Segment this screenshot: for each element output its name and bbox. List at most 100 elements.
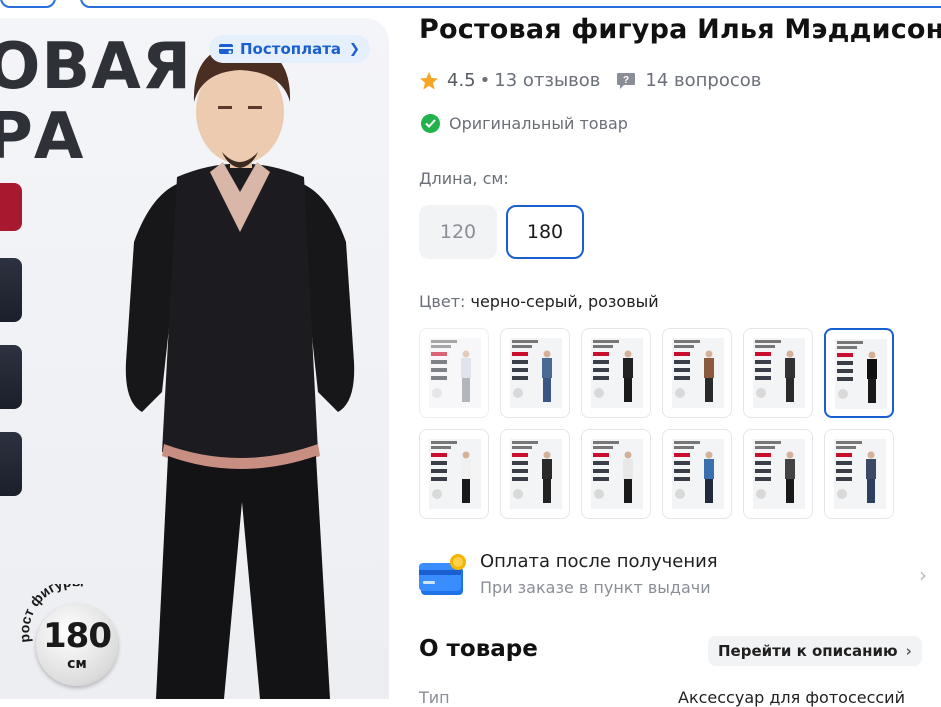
thumbnail-poster-tag [755, 469, 771, 473]
thumbnail-poster-text [593, 340, 619, 343]
thumbnail-person-figure [542, 350, 552, 402]
color-thumbnail[interactable] [500, 429, 570, 519]
thumbnail-poster-tag [593, 368, 609, 372]
thumbnail-poster-tag [674, 469, 690, 473]
thumbnail-person-figure [785, 350, 795, 402]
poster-side-tab [0, 345, 22, 409]
thumbnail-poster [591, 338, 643, 408]
thumbnail-poster [591, 439, 643, 509]
rating-separator: • [479, 70, 491, 91]
thumbnail-poster-tag [674, 376, 690, 380]
thumbnail-poster-tag [674, 352, 690, 356]
color-thumbnail[interactable] [581, 328, 651, 418]
thumbnail-poster-tag [593, 477, 609, 481]
height-badge-circle: 180 см [36, 604, 118, 686]
color-thumbnail[interactable] [500, 328, 570, 418]
payment-after-receipt[interactable]: Оплата после получения При заказе в пунк… [419, 551, 927, 599]
color-thumbnail[interactable] [743, 429, 813, 519]
about-section-title: О товаре [419, 636, 538, 662]
thumbnail-height-badge [594, 489, 604, 499]
thumbnail-poster-tag [512, 477, 528, 481]
thumbnail-person-figure [704, 350, 714, 402]
thumbnail-poster-text [512, 446, 532, 449]
length-option-180[interactable]: 180 [506, 205, 584, 259]
color-label: Цвет: [419, 292, 466, 311]
questions-count[interactable]: 14 вопросов [645, 70, 761, 91]
go-to-description-button[interactable]: Перейти к описанию › [708, 636, 922, 666]
thumbnail-poster [510, 439, 562, 509]
product-gallery[interactable]: ОВАЯ РА Постоплата ❯ рост фигуры [0, 18, 389, 699]
color-thumbnail[interactable] [824, 328, 894, 418]
postpay-badge[interactable]: Постоплата ❯ [209, 35, 370, 63]
thumbnail-poster-tag [431, 461, 447, 465]
thumbnail-poster-tag [431, 368, 447, 372]
poster-side-tab [0, 432, 22, 496]
color-thumbnail[interactable] [419, 328, 489, 418]
thumbnail-height-badge [838, 389, 848, 399]
thumbnail-poster-tag [755, 360, 771, 364]
wallet-icon [219, 44, 233, 54]
thumbnail-poster-text [431, 441, 457, 444]
thumbnail-poster-tag [674, 453, 690, 457]
spec-value: Аксессуар для фотосессий [678, 688, 905, 707]
height-badge-unit: см [67, 656, 87, 672]
thumbnail-poster-tag [836, 477, 852, 481]
original-label: Оригинальный товар [449, 114, 628, 133]
thumbnail-poster-text [431, 345, 451, 348]
spec-label: Тип [419, 688, 450, 707]
thumbnail-poster [753, 439, 805, 509]
thumbnail-poster-tag [674, 360, 690, 364]
color-thumbnail[interactable] [662, 328, 732, 418]
thumbnail-poster-tag [512, 352, 528, 356]
color-row: Цвет: черно-серый, розовый [419, 292, 659, 311]
question-bubble-icon: ? [617, 72, 636, 89]
thumbnail-poster-text [512, 340, 538, 343]
color-thumbnail[interactable] [824, 429, 894, 519]
top-bar-button[interactable] [0, 0, 56, 8]
thumbnail-poster-tag [593, 453, 609, 457]
thumbnail-poster-tag [755, 352, 771, 356]
thumbnail-person-figure [623, 350, 633, 402]
thumbnail-height-badge [756, 489, 766, 499]
original-badge: Оригинальный товар [421, 114, 628, 133]
thumbnail-height-badge [756, 388, 766, 398]
thumbnail-poster [672, 439, 724, 509]
thumbnail-poster-tag [431, 469, 447, 473]
color-thumbnail[interactable] [419, 429, 489, 519]
rating-row[interactable]: 4.5 • 13 отзывов ? 14 вопросов [419, 70, 761, 91]
length-option-120[interactable]: 120 [419, 205, 497, 259]
thumbnail-poster [510, 338, 562, 408]
poster-side-tab [0, 183, 22, 231]
thumbnail-poster-text [837, 341, 863, 344]
go-to-description-label: Перейти к описанию [718, 642, 898, 660]
thumbnail-poster-text [593, 345, 613, 348]
thumbnail-poster-tag [755, 477, 771, 481]
thumbnail-height-badge [594, 388, 604, 398]
thumbnail-poster-tag [674, 368, 690, 372]
thumbnail-poster-tag [512, 461, 528, 465]
thumbnail-poster-text [674, 446, 694, 449]
check-icon [421, 114, 440, 133]
thumbnail-poster-tag [674, 461, 690, 465]
color-thumbnail[interactable] [743, 328, 813, 418]
reviews-count[interactable]: 13 отзывов [494, 70, 600, 91]
thumbnail-poster-tag [837, 361, 853, 365]
thumbnail-poster-text [674, 345, 694, 348]
thumbnail-person-figure [785, 451, 795, 503]
color-thumbnail[interactable] [662, 429, 732, 519]
thumbnail-poster-tag [836, 461, 852, 465]
thumbnail-poster-tag [512, 376, 528, 380]
thumbnail-person-figure [461, 451, 471, 503]
thumbnail-poster-text [755, 446, 775, 449]
poster-side-tab [0, 258, 22, 322]
thumbnail-poster-text [674, 340, 700, 343]
rating-value: 4.5 [447, 70, 476, 91]
thumbnail-poster-text [512, 441, 538, 444]
search-bar[interactable] [80, 0, 941, 8]
thumbnail-poster [429, 338, 481, 408]
thumbnail-poster-tag [512, 368, 528, 372]
thumbnail-poster-text [593, 446, 613, 449]
thumbnail-poster-tag [593, 360, 609, 364]
thumbnail-poster-text [836, 441, 862, 444]
color-thumbnail[interactable] [581, 429, 651, 519]
